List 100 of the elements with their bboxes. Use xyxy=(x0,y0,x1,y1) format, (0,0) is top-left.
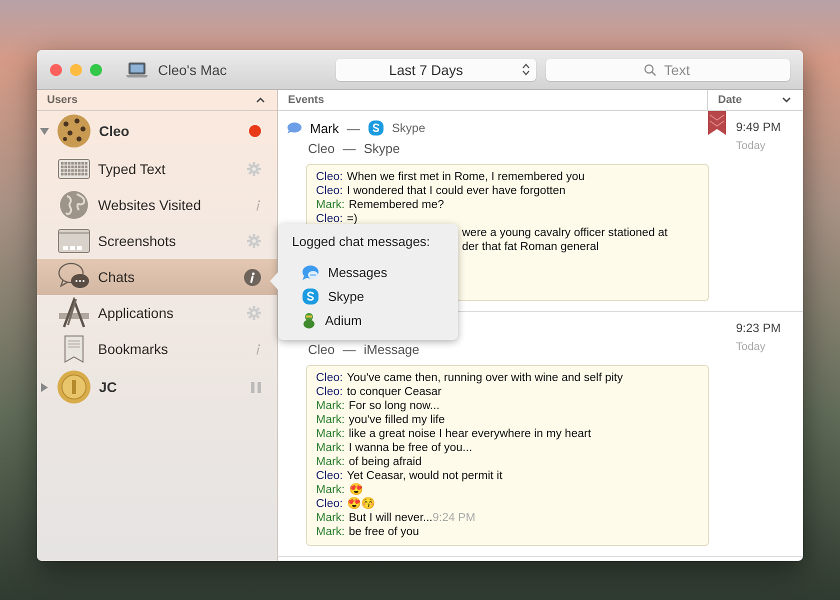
event-day: Today xyxy=(736,341,803,353)
message-time: 9:24 PM xyxy=(432,512,476,524)
date-range-dropdown[interactable]: Last 7 Days xyxy=(336,58,536,80)
settings-icon[interactable] xyxy=(247,234,261,248)
app-name: Adium xyxy=(325,313,362,328)
item-label: Applications xyxy=(98,305,174,321)
close-button[interactable] xyxy=(50,64,62,76)
sidebar-item[interactable]: Screenshots xyxy=(37,223,277,259)
date-column-header[interactable]: Date xyxy=(707,90,803,110)
sidebar-item[interactable]: Applications xyxy=(37,295,277,331)
recipient-name: Cleo xyxy=(308,140,335,156)
window-icon xyxy=(58,229,90,253)
speaker-name: Mark: xyxy=(316,414,345,426)
message-text: 😍 xyxy=(348,484,363,496)
message-text: I wanna be free of you... xyxy=(348,442,472,454)
message-text: der that fat Roman general xyxy=(462,241,599,253)
message-text: You've came then, running over with wine and self pity xyxy=(346,372,623,384)
speaker-name: Mark: xyxy=(316,400,345,412)
dash-separator: — xyxy=(346,120,360,136)
speech-bubble-icon xyxy=(287,122,302,134)
speaker-name: Cleo: xyxy=(316,213,343,225)
user-name[interactable]: JC xyxy=(99,379,117,395)
message-text: to conquer Ceasar xyxy=(346,386,442,398)
speaker-name: Mark: xyxy=(316,428,345,440)
event-day: Today xyxy=(736,140,803,152)
speaker-name: Mark: xyxy=(316,456,345,468)
sidebar-item[interactable]: Websites Visited xyxy=(37,187,277,223)
bookmark-icon xyxy=(64,335,84,363)
coin-avatar-icon xyxy=(57,370,91,404)
globe-icon xyxy=(59,190,89,220)
collapse-chevron-icon[interactable] xyxy=(256,97,265,103)
avatar-circle xyxy=(57,114,91,148)
search-icon xyxy=(644,64,656,76)
users-header: Users xyxy=(47,94,78,106)
app-name: Skype xyxy=(328,289,364,304)
message-text: you've filled my life xyxy=(348,414,445,426)
pause-icon[interactable] xyxy=(251,382,261,392)
message-text: When we first met in Rome, I remembered you xyxy=(346,171,585,183)
message-text: be free of you xyxy=(348,526,420,538)
popover-title: Logged chat messages: xyxy=(292,234,432,249)
message-text: Yet Ceasar, would not permit it xyxy=(346,470,502,482)
message-text: But I will never... xyxy=(348,512,432,524)
message-text: 😍😚 xyxy=(346,498,375,510)
service-name: iMessage xyxy=(364,342,420,356)
user-name[interactable]: Cleo xyxy=(99,123,130,139)
recording-dot-icon[interactable] xyxy=(249,125,261,137)
bookmark-ribbon-icon[interactable] xyxy=(708,111,726,135)
zoom-button[interactable] xyxy=(90,64,102,76)
dash-separator: — xyxy=(342,140,356,156)
message-text: Remembered me? xyxy=(348,199,444,211)
message-text: I wondered that I could ever have forgotten xyxy=(346,185,566,197)
skype-icon xyxy=(368,120,384,136)
item-label: Websites Visited xyxy=(98,197,201,213)
search-field[interactable]: Text xyxy=(546,58,790,80)
stepper-arrows-icon xyxy=(522,62,530,76)
item-label: Typed Text xyxy=(98,161,166,177)
speaker-name: Cleo: xyxy=(316,386,343,398)
event-time: 9:23 PM xyxy=(736,321,782,335)
speaker-name: Mark: xyxy=(316,484,345,496)
service-name: Skype xyxy=(364,140,400,156)
speaker-name: Mark: xyxy=(316,526,345,538)
chevron-down-icon xyxy=(782,97,791,103)
service-name: Skype xyxy=(392,121,426,135)
message-text: were a young cavalry officer stationed at xyxy=(462,227,668,239)
message-text: =) xyxy=(346,213,358,225)
info-icon[interactable] xyxy=(244,268,261,286)
message-text: like a great noise I hear everywhere in my heart xyxy=(348,428,592,440)
sidebar-item[interactable]: Bookmarks xyxy=(37,331,277,367)
speaker-name: Cleo: xyxy=(316,372,343,384)
item-label: Chats xyxy=(98,269,135,285)
settings-icon[interactable] xyxy=(247,306,261,320)
recipient-name: Cleo xyxy=(308,342,335,356)
message-text: of being afraid xyxy=(348,456,422,468)
speaker-name: Cleo: xyxy=(316,171,343,183)
minimize-button[interactable] xyxy=(70,64,82,76)
sidebar-item[interactable]: Typed Text xyxy=(37,151,277,187)
sidebar-item[interactable]: Chats xyxy=(37,259,277,295)
skype-icon xyxy=(302,288,319,305)
laptop-icon xyxy=(126,62,148,78)
sender-name: Mark xyxy=(310,120,339,136)
speaker-name: Mark: xyxy=(316,199,345,211)
speaker-name: Cleo: xyxy=(316,185,343,197)
speaker-name: Mark: xyxy=(316,512,345,524)
item-label: Screenshots xyxy=(98,233,176,249)
keyboard-icon xyxy=(58,159,90,179)
disclosure-triangle-icon[interactable] xyxy=(40,126,49,136)
dash-separator: — xyxy=(342,342,356,356)
message-text: For so long now... xyxy=(348,400,440,412)
speaker-name: Mark: xyxy=(316,442,345,454)
speaker-name: Cleo: xyxy=(316,470,343,482)
app-name: Messages xyxy=(328,265,388,280)
chat-bubble-icon xyxy=(302,264,319,280)
column-header[interactable]: Events xyxy=(278,94,707,106)
app-store-icon xyxy=(58,297,90,329)
speaker-name: Cleo: xyxy=(316,498,343,510)
settings-icon[interactable] xyxy=(247,162,261,176)
event-time: 9:49 PM xyxy=(736,120,782,134)
item-label: Bookmarks xyxy=(98,341,168,357)
disclosure-triangle-icon[interactable] xyxy=(40,382,49,392)
window-title: Cleo's Mac xyxy=(158,62,227,78)
